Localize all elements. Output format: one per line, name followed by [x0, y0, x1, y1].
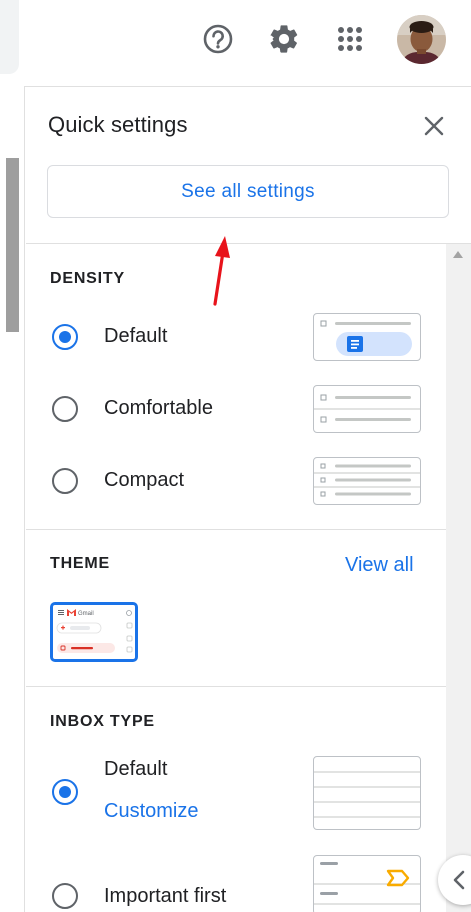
account-avatar[interactable] [397, 15, 446, 64]
density-compact-radio[interactable] [52, 468, 78, 494]
theme-view-all-link[interactable]: View all [345, 554, 414, 577]
density-theme-divider [26, 529, 446, 530]
density-section-title: DENSITY [50, 270, 125, 287]
apps-icon[interactable] [332, 21, 368, 57]
theme-preview-app-name: Gmail [78, 611, 94, 617]
scroll-up-arrow-icon[interactable] [453, 251, 463, 258]
inbox-customize-link[interactable]: Customize [104, 800, 198, 823]
chevron-left-icon [453, 870, 465, 890]
top-bar [0, 0, 471, 86]
density-compact-label[interactable]: Compact [104, 469, 184, 492]
density-default-radio[interactable] [52, 324, 78, 350]
density-default-label[interactable]: Default [104, 325, 167, 348]
inbox-default-preview[interactable] [313, 756, 421, 830]
density-comfortable-label[interactable]: Comfortable [104, 397, 213, 420]
inbox-important-first-preview[interactable] [313, 855, 421, 912]
search-bar-edge[interactable] [0, 0, 19, 74]
panel-scrollbar[interactable] [446, 244, 471, 912]
see-all-settings-button[interactable]: See all settings [47, 165, 449, 218]
theme-inbox-divider [26, 686, 446, 687]
inbox-important-first-radio[interactable] [52, 883, 78, 909]
density-comfortable-radio[interactable] [52, 396, 78, 422]
annotation-arrow-icon [213, 236, 230, 306]
theme-section-title: THEME [50, 555, 110, 572]
help-icon[interactable] [200, 21, 236, 57]
background-page-edge [0, 86, 25, 912]
inbox-default-label[interactable]: Default [104, 758, 167, 781]
inbox-important-first-label[interactable]: Important first [104, 885, 226, 908]
inbox-type-section-title: INBOX TYPE [50, 713, 155, 730]
theme-preview-card[interactable]: Gmail [50, 602, 138, 662]
density-comfortable-preview[interactable] [313, 385, 421, 433]
density-default-preview[interactable] [313, 313, 421, 361]
quick-settings-header-divider [26, 243, 471, 244]
gear-icon[interactable] [266, 21, 302, 57]
quick-settings-panel: Quick settings See all settings DENSITY … [26, 87, 471, 912]
page-scrollbar-thumb[interactable] [6, 158, 19, 332]
quick-settings-title: Quick settings [48, 112, 188, 137]
density-compact-preview[interactable] [313, 457, 421, 505]
close-icon[interactable] [420, 112, 448, 140]
inbox-default-radio[interactable] [52, 779, 78, 805]
